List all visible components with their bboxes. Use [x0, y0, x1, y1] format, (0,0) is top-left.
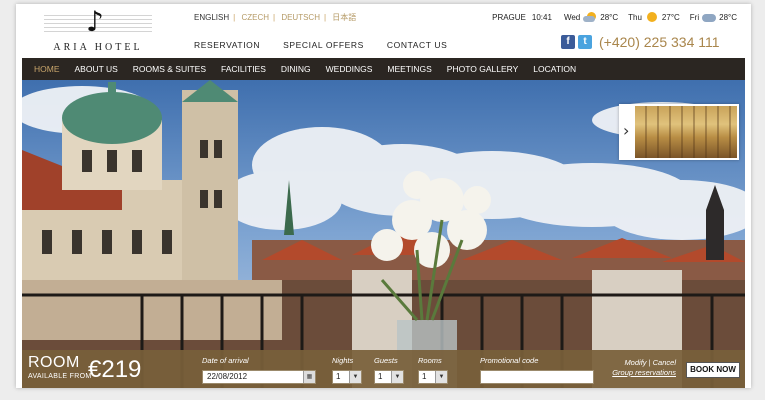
page-frame: ♪ ARIA HOTEL ENGLISH | CZECH | DEUTSCH | 日本…	[16, 4, 751, 388]
nav-photo-gallery[interactable]: PHOTO GALLERY	[447, 64, 519, 74]
guests-label: Guests	[374, 356, 398, 365]
chevron-down-icon[interactable]: ▼	[349, 371, 361, 383]
lang-japanese[interactable]: 日本語	[332, 13, 356, 22]
top-nav-reservation[interactable]: RESERVATION	[194, 40, 260, 50]
lang-czech[interactable]: CZECH	[241, 13, 269, 22]
twitter-icon[interactable]: t	[578, 35, 592, 49]
rooms-value: 1	[422, 372, 427, 381]
nav-weddings[interactable]: WEDDINGS	[326, 64, 373, 74]
top-nav-contact-us[interactable]: CONTACT US	[387, 40, 447, 50]
thumbnail-image[interactable]	[635, 106, 737, 158]
promo-label: Promotional code	[480, 356, 539, 365]
top-nav: RESERVATION SPECIAL OFFERS CONTACT US	[194, 40, 467, 50]
partly-cloudy-icon	[582, 11, 598, 23]
date-label: Date of arrival	[202, 356, 249, 365]
chevron-down-icon[interactable]: ▼	[391, 371, 403, 383]
main-nav: HOME ABOUT US ROOMS & SUITES FACILITIES …	[22, 58, 745, 80]
music-note-icon: ♪	[86, 5, 104, 38]
promo-code-input[interactable]	[480, 370, 594, 384]
room-price: €219	[88, 356, 142, 383]
chevron-right-icon[interactable]: ›	[623, 121, 629, 140]
weather-time: 10:41	[531, 12, 552, 22]
book-now-button[interactable]: BOOK NOW	[686, 362, 740, 378]
available-from-label: AVAILABLE FROM	[28, 373, 92, 380]
weather-day: Fri	[689, 12, 700, 22]
rooms-label: Rooms	[418, 356, 442, 365]
weather-temp: 28°C	[719, 12, 737, 22]
cloud-icon	[701, 11, 717, 23]
weather-temp: 28°C	[600, 12, 619, 22]
top-nav-special-offers[interactable]: SPECIAL OFFERS	[283, 40, 364, 50]
weather-day: Thu	[628, 12, 642, 22]
lang-english[interactable]: ENGLISH	[194, 13, 229, 22]
social-contact: f t (+420) 225 334 111	[561, 34, 720, 50]
facebook-icon[interactable]: f	[561, 35, 575, 49]
modify-cancel-link[interactable]: Modify | Cancel	[602, 358, 676, 368]
header: ♪ ARIA HOTEL ENGLISH | CZECH | DEUTSCH | 日本…	[16, 4, 751, 56]
group-reservations-link[interactable]: Group reservations	[612, 368, 676, 377]
lang-deutsch[interactable]: DEUTSCH	[281, 13, 320, 22]
booking-links: Modify | Cancel Group reservations	[602, 358, 676, 378]
logo[interactable]: ♪ ARIA HOTEL	[38, 8, 158, 54]
nav-meetings[interactable]: MEETINGS	[387, 64, 431, 74]
language-switcher: ENGLISH | CZECH | DEUTSCH | 日本語	[194, 13, 357, 22]
phone-number: (+420) 225 334 111	[599, 34, 720, 50]
rooms-select[interactable]: 1 ▼	[418, 370, 448, 384]
hero-image: ›	[22, 80, 745, 388]
nav-location[interactable]: LOCATION	[533, 64, 576, 74]
date-of-arrival-input[interactable]: 22/08/2012 ▦	[202, 370, 316, 384]
date-value: 22/08/2012	[207, 372, 248, 381]
nav-dining[interactable]: DINING	[281, 64, 311, 74]
guests-value: 1	[378, 372, 383, 381]
weather-temp: 27°C	[661, 12, 680, 22]
nights-label: Nights	[332, 356, 354, 365]
logo-name: ARIA HOTEL	[53, 42, 143, 53]
room-label: ROOM	[28, 354, 80, 371]
nav-home[interactable]: HOME	[34, 64, 60, 74]
weather-widget: PRAGUE 10:41 Wed 28°C Thu 27°C Fri 28°C	[492, 11, 737, 23]
gallery-thumbnail[interactable]: ›	[619, 104, 739, 160]
nav-rooms-suites[interactable]: ROOMS & SUITES	[133, 64, 206, 74]
weather-city: PRAGUE	[492, 12, 526, 22]
nav-about-us[interactable]: ABOUT US	[75, 64, 118, 74]
nav-facilities[interactable]: FACILITIES	[221, 64, 266, 74]
booking-bar: ROOM AVAILABLE FROM €219 Date of arrival…	[22, 350, 745, 388]
calendar-icon[interactable]: ▦	[303, 371, 315, 383]
weather-day: Wed	[563, 12, 581, 22]
nights-select[interactable]: 1 ▼	[332, 370, 362, 384]
chevron-down-icon[interactable]: ▼	[435, 371, 447, 383]
nights-value: 1	[336, 372, 341, 381]
guests-select[interactable]: 1 ▼	[374, 370, 404, 384]
sun-icon	[644, 11, 660, 23]
